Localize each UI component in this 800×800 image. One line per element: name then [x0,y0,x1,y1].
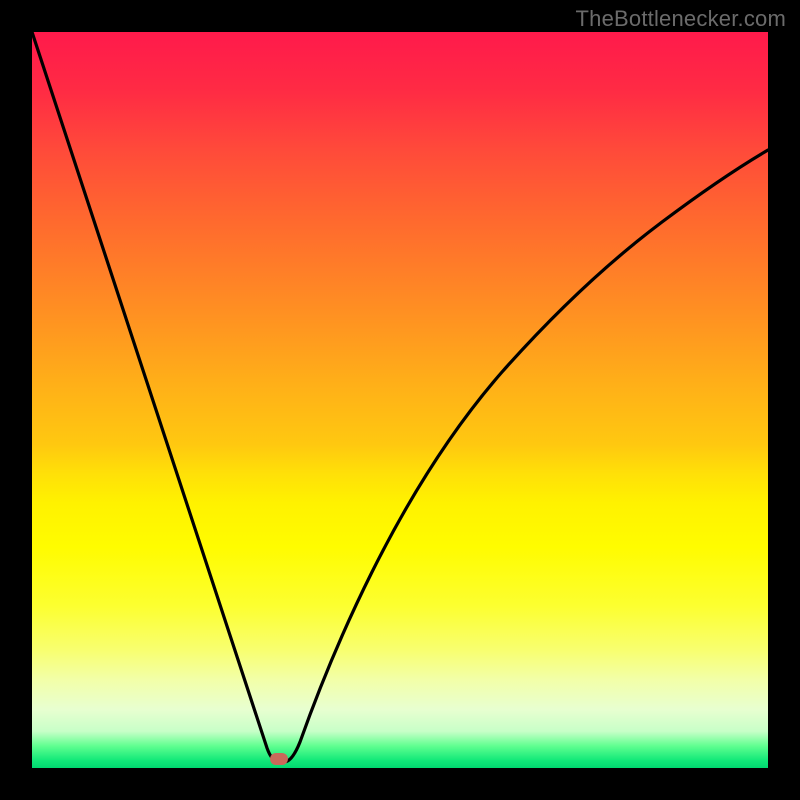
watermark-text: TheBottlenecker.com [576,6,786,32]
bottleneck-curve-path [32,32,768,762]
curve-svg [32,32,768,768]
plot-area [32,32,768,768]
chart-frame: TheBottlenecker.com [0,0,800,800]
optimal-marker [270,753,288,765]
